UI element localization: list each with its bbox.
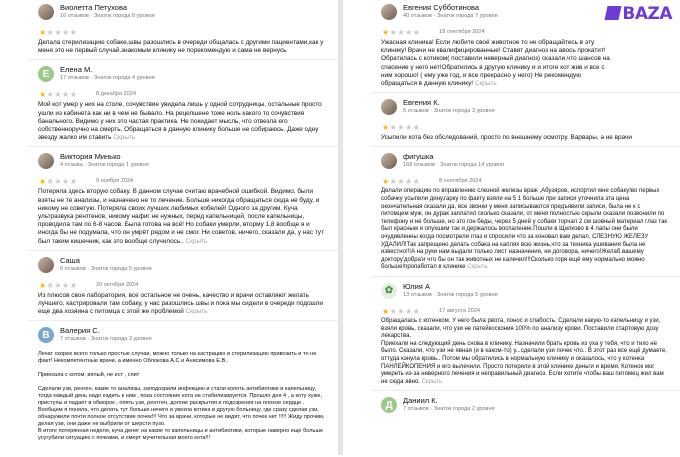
reviewer-avatar[interactable] — [38, 256, 54, 273]
divider — [371, 275, 680, 277]
reviewer-meta: 17 отзывов · Знаток города 4 уровня — [60, 75, 155, 82]
review-date: 17 августа 2024 — [439, 307, 481, 314]
reviewer-meta: 4 отзыва · Знаток города 1 уровня — [60, 162, 149, 169]
divider — [371, 390, 680, 392]
divider — [28, 146, 338, 148]
paw-icon[interactable]: ✿ — [381, 282, 397, 299]
review-text: Обращалась с котенком. У него была рвота… — [381, 317, 667, 385]
collapse-link[interactable]: Скрыть — [113, 134, 135, 141]
review-card: Виктория Минько 4 отзыва · Знаток города… — [0, 151, 338, 245]
reviewer-avatar[interactable] — [38, 153, 54, 170]
divider — [28, 320, 338, 322]
collapse-link[interactable]: Скрыть — [467, 264, 487, 270]
review-card: Евгения Субботинова 40 отзывов · Знаток … — [343, 2, 680, 88]
reviewer-avatar[interactable]: В — [38, 327, 54, 344]
divider — [28, 249, 338, 251]
review-card: Виолетта Петухова 16 отзывов · Знаток го… — [0, 2, 338, 55]
review-text: Усыпили кота без обследований, просто по… — [381, 134, 632, 142]
reviewer-name[interactable]: Елена М. — [60, 65, 92, 74]
reviewer-name[interactable]: Саша — [60, 256, 80, 265]
rating-stars: ★★★★★ — [382, 177, 421, 187]
review-card: Саша 6 отзывов · Знаток города 5 уровня … — [0, 255, 338, 317]
review-text: Мой кот умер у них на столе, сочувствие … — [38, 101, 322, 142]
review-card: Д Даниил К. 7 отзывов · Знаток города 2 … — [343, 395, 680, 421]
right-review-column: BAZA Евгения Субботинова 40 отзывов · Зн… — [343, 0, 680, 457]
reviewer-avatar[interactable]: Д — [381, 397, 397, 414]
collapse-link[interactable]: Скрыть — [475, 80, 497, 87]
reviewer-name[interactable]: Виолетта Петухова — [60, 3, 127, 12]
rating-stars: ★★★★★ — [382, 306, 421, 316]
reviewer-meta: 7 отзывов · Знаток города 2 уровня — [403, 406, 495, 413]
review-date: 18 сентября 2024 — [439, 29, 485, 35]
reviewer-meta: 5 отзывов · Знаток города 3 уровня — [403, 108, 495, 115]
reviewer-name[interactable]: Даниил К. — [403, 396, 438, 405]
divider — [28, 59, 338, 61]
collapse-link[interactable]: Скрыть — [186, 308, 208, 315]
review-date: 8 декабря 2024 — [96, 91, 137, 98]
reviewer-meta: 7 отзывов · Знаток города 3 уровня — [60, 336, 152, 343]
reviewer-name[interactable]: Евгения Субботинова — [403, 3, 479, 12]
review-text: Из плюсов своя лаборатория, все остально… — [38, 291, 323, 316]
review-card: ✿ Юлия А 13 отзывов · Знаток города 5 ур… — [343, 281, 680, 386]
review-text: Ужасная клиника! Если любите своё животн… — [381, 39, 610, 88]
reviewer-meta: 13 отзывов · Знаток города 5 уровня — [403, 291, 498, 298]
review-card: Евгения К. 5 отзывов · Знаток города 3 у… — [343, 97, 680, 142]
review-text: Делала стерилизацию собаке,швы разошлись… — [38, 39, 324, 55]
rating-stars: ★★★★★ — [39, 90, 78, 100]
reviewer-meta: 40 отзывов · Знаток города 7 уровня — [403, 13, 498, 19]
reviewer-name[interactable]: Евгения К. — [403, 98, 440, 107]
collapse-link[interactable]: Скрыть — [422, 379, 442, 385]
review-text: Потеряла здесь вторую собаку. В данном с… — [38, 188, 324, 245]
reviewer-meta: 16 отзывов · Знаток города 6 уровня — [60, 13, 155, 19]
divider — [371, 92, 680, 94]
rating-stars: ★★★★★ — [39, 280, 78, 290]
rating-stars: ★★★★★ — [39, 177, 78, 187]
reviewer-name[interactable]: Юлия А — [403, 282, 430, 291]
left-review-column: Виолетта Петухова 16 отзывов · Знаток го… — [0, 0, 338, 457]
reviewer-meta: 168 отзывов · Знаток города 14 уровня — [403, 162, 504, 169]
rating-stars: ★★★★★ — [382, 28, 421, 37]
reviewer-name[interactable]: Виктория Минько — [60, 152, 121, 161]
rating-stars: ★★★★★ — [382, 123, 421, 133]
reviewer-meta: 6 отзывов · Знаток города 5 уровня — [60, 265, 152, 272]
rating-stars: ★★★★★ — [39, 28, 78, 37]
review-text: Лечат скорее всего только простые случаи… — [38, 351, 325, 442]
review-text: Делали операцию по вправлению слезной же… — [381, 188, 668, 271]
review-date: 9 ноября 2024 — [96, 178, 134, 185]
review-date: 20 октября 2024 — [96, 281, 139, 288]
reviewer-name[interactable]: фигушка — [403, 152, 433, 161]
review-card: Е Елена М. 17 отзывов · Знаток города 4 … — [0, 64, 338, 142]
review-date: 8 сентября 2024 — [439, 178, 482, 185]
reviewer-avatar[interactable] — [381, 99, 397, 116]
reviewer-avatar[interactable] — [38, 4, 54, 20]
review-card: В Валерия С. 7 отзывов · Знаток города 3… — [0, 325, 338, 442]
review-card: фигушка 168 отзывов · Знаток города 14 у… — [343, 151, 680, 272]
divider — [371, 146, 680, 148]
reviewer-name[interactable]: Валерия С. — [60, 326, 100, 335]
reviewer-avatar[interactable] — [381, 4, 397, 20]
collapse-link[interactable]: Скрыть — [186, 238, 208, 245]
reviewer-avatar[interactable] — [381, 153, 397, 170]
reviewer-avatar[interactable]: Е — [38, 66, 54, 83]
